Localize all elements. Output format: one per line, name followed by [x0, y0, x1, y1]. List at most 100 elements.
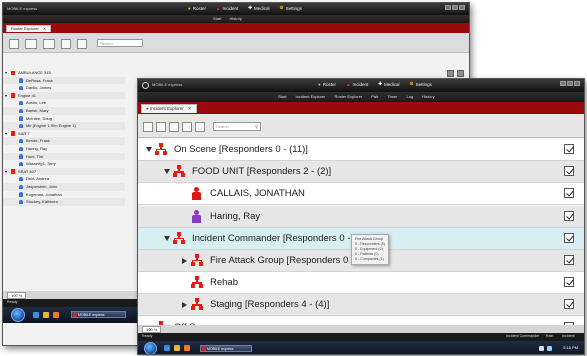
subnav-log[interactable]: Log [406, 94, 413, 99]
roster-group-row[interactable]: ▾ AMBULANCE 345 [3, 69, 125, 77]
collapse-arrow-icon[interactable] [164, 169, 170, 175]
minimize-button[interactable] [560, 81, 566, 86]
back-nav-incident[interactable]: ▲ Incident [216, 5, 238, 11]
search-icon[interactable]: ⚲ [255, 123, 258, 131]
roster-side-button[interactable] [457, 70, 464, 77]
collapse-icon[interactable]: ▾ [5, 69, 7, 77]
move-button[interactable] [43, 39, 55, 49]
roster-person-row[interactable]: Darilio, James [3, 84, 125, 92]
maximize-button[interactable] [452, 5, 458, 10]
tray-clock[interactable]: 3:16 PM [563, 345, 578, 350]
subnav-timer[interactable]: Timer [387, 94, 397, 99]
start-button[interactable] [144, 342, 157, 354]
front-nav-roster[interactable]: ● Roster [318, 81, 336, 87]
roster-person-row[interactable]: Haring, Ray [3, 145, 125, 153]
add-person-button[interactable] [9, 39, 19, 49]
taskbar-item-mobile-express[interactable]: MOBILE express [200, 345, 252, 352]
row-checkbox[interactable] [564, 210, 574, 221]
row-checkbox[interactable] [564, 255, 574, 265]
tab-incident-explorer[interactable]: ● Incident Explorer ✕ [141, 104, 197, 113]
roster-person-row[interactable]: Stuckey, Kathleen [3, 198, 125, 206]
add-group-button[interactable] [25, 39, 37, 49]
row-checkbox[interactable] [564, 188, 574, 199]
roster-group-row[interactable]: ▾ SRAT 407 [3, 167, 125, 176]
collapse-icon[interactable]: ▾ [5, 168, 7, 176]
roster-person-row[interactable]: Hunt, Tim [3, 152, 125, 161]
close-button[interactable] [574, 81, 580, 86]
row-checkbox[interactable] [564, 166, 574, 177]
subnav-history[interactable]: History [422, 94, 434, 99]
back-search-input[interactable]: Search [97, 39, 143, 47]
back-nav-medical[interactable]: ✚ Medical [248, 5, 269, 11]
subnav-incident-explorer[interactable]: Incident Explorer [295, 94, 325, 99]
row-checkbox[interactable] [564, 144, 574, 154]
roster-person-row[interactable]: Dole, Andrea [3, 175, 125, 183]
roster-person-row[interactable]: Wasserig1, Terry [3, 160, 125, 168]
roster-group-label: AMBULANCE 345 [18, 70, 51, 75]
media-icon[interactable] [184, 345, 190, 351]
back-nav-roster[interactable]: ● Roster [188, 5, 206, 11]
roster-person-row[interactable]: McIntire, Doug [3, 115, 125, 123]
roster-person-row[interactable]: Kugeman, Jonathan [3, 191, 125, 199]
front-nav-incident[interactable]: ▲ Incident [346, 81, 368, 87]
row-checkbox[interactable] [564, 232, 574, 243]
tree-group-row[interactable]: Staging [Responders 4 - (4)] [138, 294, 584, 317]
ie-icon[interactable] [33, 312, 39, 318]
roster-person-name: Stuckey, Kathleen [26, 199, 58, 205]
row-checkbox[interactable] [564, 277, 574, 288]
tree-group-row[interactable]: Rehab [138, 272, 584, 295]
collapse-icon[interactable]: ▾ [5, 92, 7, 100]
roster-person-row[interactable]: Barish, Mary [3, 107, 125, 115]
front-search-input[interactable]: Search ⚲ [213, 122, 261, 131]
collapse-icon[interactable]: ▾ [5, 130, 7, 138]
move-button[interactable] [169, 122, 179, 132]
network-icon[interactable] [547, 346, 552, 351]
edit-button[interactable] [61, 39, 71, 49]
roster-person-row[interactable]: DeRosa, Frank [3, 76, 125, 85]
taskbar-item-mobile-express[interactable]: MOBILE express [71, 311, 126, 318]
subnav-start[interactable]: Start [278, 94, 286, 99]
edit-button[interactable] [182, 122, 192, 132]
subnav-roster-explorer[interactable]: Roster Explorer [334, 94, 362, 99]
tree-person-row[interactable]: CALLAIS, JONATHAN [138, 183, 584, 206]
roster-side-button[interactable] [447, 70, 454, 77]
tree-person-row[interactable]: Haring, Ray [138, 205, 584, 228]
collapse-arrow-icon[interactable] [164, 235, 170, 241]
expand-arrow-icon[interactable] [182, 257, 187, 264]
back-subnav-history[interactable]: History [229, 16, 241, 21]
delete-button[interactable] [77, 39, 87, 49]
close-button[interactable] [459, 5, 465, 10]
expand-arrow-icon[interactable] [182, 301, 187, 308]
add-group-button[interactable] [143, 122, 153, 132]
tab-roster-explorer[interactable]: Roster Explorer ✕ [6, 25, 52, 32]
roster-person-row[interactable]: Mir [Engine 1 Sim Engine 1] [3, 122, 125, 130]
zoom-level[interactable]: 100 % [7, 292, 27, 299]
collapse-arrow-icon[interactable] [146, 147, 152, 152]
roster-group-row[interactable]: ▾ Engine 41 [3, 91, 125, 100]
tree-group-row[interactable]: FOOD UNIT [Responders 2 - (2)] [138, 161, 584, 184]
ie-icon[interactable] [164, 345, 170, 351]
front-nav-medical[interactable]: ✚ Medical [378, 81, 399, 87]
folder-icon[interactable] [174, 345, 180, 351]
zoom-level[interactable]: 100 % [142, 326, 162, 333]
start-button[interactable] [11, 308, 25, 322]
back-subnav-start[interactable]: Start [213, 16, 221, 21]
roster-person-row[interactable]: Austin, Lee [3, 99, 125, 107]
front-nav-settings[interactable]: ⚙ Settings [410, 81, 432, 87]
subnav-pair[interactable]: Pair [371, 94, 378, 99]
back-nav-settings[interactable]: ⚙ Settings [280, 5, 302, 11]
roster-person-row[interactable]: Bende, Frank [3, 137, 125, 145]
volume-icon[interactable] [539, 346, 544, 351]
roster-person-row[interactable]: Jasperstein, John [3, 183, 125, 191]
folder-icon[interactable] [43, 312, 49, 318]
minimize-button[interactable] [445, 5, 451, 10]
media-icon[interactable] [53, 312, 59, 318]
delete-button[interactable] [195, 122, 205, 132]
maximize-button[interactable] [567, 81, 573, 86]
close-icon[interactable]: ✕ [188, 106, 192, 111]
tree-group-row[interactable]: On Scene [Responders 0 - (11)] [138, 139, 584, 161]
close-icon[interactable]: ✕ [43, 26, 46, 31]
roster-group-row[interactable]: ▾ SAR 7 [3, 130, 125, 138]
add-person-button[interactable] [156, 122, 166, 132]
row-checkbox[interactable] [564, 299, 574, 310]
